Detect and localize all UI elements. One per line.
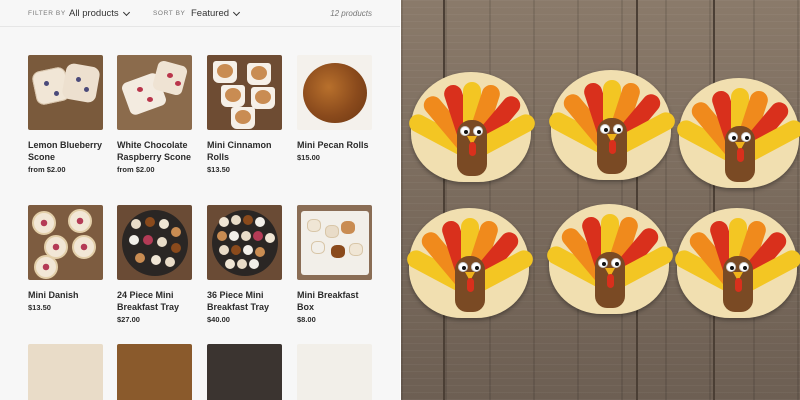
- product-count: 12 products: [330, 9, 372, 18]
- product-title[interactable]: Mini Breakfast Box: [297, 289, 373, 313]
- turkey-cookie: [405, 64, 539, 182]
- turkey-cookie: [671, 200, 800, 318]
- product-catalog: FILTER BY All products SORT BY Featured …: [0, 0, 400, 400]
- product-card[interactable]: [207, 344, 283, 400]
- filter-by-label: FILTER BY: [28, 10, 66, 17]
- chevron-down-icon: [232, 8, 241, 16]
- product-price: $15.00: [297, 153, 320, 162]
- filter-bar: FILTER BY All products SORT BY Featured …: [0, 0, 400, 27]
- sort-dropdown[interactable]: Featured: [191, 8, 241, 19]
- product-image[interactable]: [117, 344, 192, 400]
- product-title[interactable]: 36 Piece Mini Breakfast Tray: [207, 289, 283, 313]
- product-image[interactable]: [207, 344, 282, 400]
- chevron-down-icon: [122, 8, 130, 16]
- product-card[interactable]: 24 Piece Mini Breakfast Tray $27.00: [117, 205, 193, 324]
- product-card[interactable]: [297, 344, 373, 400]
- product-card[interactable]: Mini Breakfast Box $8.00: [297, 205, 373, 324]
- product-image[interactable]: [28, 55, 103, 130]
- product-image[interactable]: [207, 205, 282, 280]
- product-card[interactable]: Mini Pecan Rolls $15.00: [297, 55, 373, 162]
- product-price: $13.50: [28, 303, 51, 312]
- product-image[interactable]: [28, 344, 103, 400]
- hero-image: [401, 0, 800, 400]
- product-title[interactable]: Lemon Blueberry Scone: [28, 139, 104, 163]
- turkey-cookie: [403, 200, 537, 318]
- product-image[interactable]: [28, 205, 103, 280]
- product-image[interactable]: [297, 55, 372, 130]
- turkey-cookie: [543, 196, 677, 314]
- product-title[interactable]: Mini Danish: [28, 289, 104, 301]
- sort-by-label: SORT BY: [153, 10, 186, 17]
- product-price: $40.00: [207, 315, 230, 324]
- product-price: $8.00: [297, 315, 316, 324]
- product-price: $27.00: [117, 315, 140, 324]
- product-card[interactable]: Mini Cinnamon Rolls $13.50: [207, 55, 283, 174]
- product-title[interactable]: White Chocolate Raspberry Scone: [117, 139, 193, 163]
- product-title[interactable]: Mini Pecan Rolls: [297, 139, 373, 151]
- product-price: from $2.00: [28, 165, 66, 174]
- sort-value: Featured: [191, 8, 230, 19]
- product-title[interactable]: 24 Piece Mini Breakfast Tray: [117, 289, 193, 313]
- product-card[interactable]: 36 Piece Mini Breakfast Tray $40.00: [207, 205, 283, 324]
- product-card[interactable]: White Chocolate Raspberry Scone from $2.…: [117, 55, 193, 174]
- product-image[interactable]: [117, 205, 192, 280]
- product-price: $13.50: [207, 165, 230, 174]
- product-card[interactable]: Mini Danish $13.50: [28, 205, 104, 312]
- product-card[interactable]: [117, 344, 193, 400]
- product-price: from $2.00: [117, 165, 155, 174]
- product-card[interactable]: [28, 344, 104, 400]
- filter-dropdown[interactable]: All products: [69, 8, 130, 19]
- filter-value: All products: [69, 8, 119, 19]
- product-image[interactable]: [117, 55, 192, 130]
- product-image[interactable]: [297, 205, 372, 280]
- product-image[interactable]: [297, 344, 372, 400]
- turkey-cookie: [673, 70, 800, 188]
- turkey-cookie: [545, 62, 679, 180]
- product-title[interactable]: Mini Cinnamon Rolls: [207, 139, 283, 163]
- product-card[interactable]: Lemon Blueberry Scone from $2.00: [28, 55, 104, 174]
- product-image[interactable]: [207, 55, 282, 130]
